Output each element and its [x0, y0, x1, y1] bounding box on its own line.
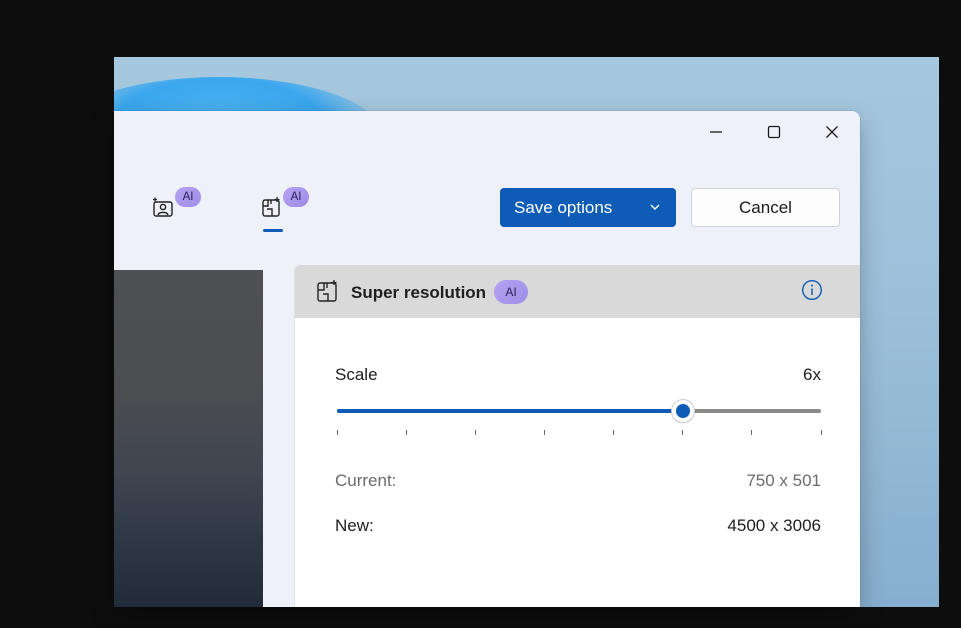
selected-tool-indicator — [263, 229, 283, 232]
info-button[interactable] — [801, 279, 827, 305]
slider-tick — [820, 430, 822, 435]
ai-badge: AI — [283, 187, 309, 207]
super-resolution-icon — [262, 197, 280, 217]
close-icon — [826, 126, 838, 138]
remove-background-icon — [153, 197, 173, 217]
minimize-button[interactable] — [698, 118, 734, 146]
slider-tick — [405, 430, 407, 435]
ai-badge: AI — [494, 280, 528, 304]
maximize-icon — [767, 125, 781, 139]
image-preview — [114, 270, 263, 607]
cancel-button[interactable]: Cancel — [691, 188, 840, 227]
info-icon — [801, 279, 823, 301]
slider-tick — [474, 430, 476, 435]
slider-tick — [336, 430, 338, 435]
new-value: 4500 x 3006 — [727, 516, 821, 535]
save-options-button[interactable]: Save options — [500, 188, 676, 227]
cancel-label: Cancel — [739, 197, 792, 217]
slider-tick — [543, 430, 545, 435]
close-button[interactable] — [814, 118, 850, 146]
chevron-down-icon — [650, 204, 660, 210]
ai-badge: AI — [175, 187, 201, 207]
slider-fill — [337, 409, 683, 413]
minimize-icon — [710, 131, 722, 133]
slider-thumb[interactable] — [671, 400, 694, 422]
super-resolution-icon — [317, 280, 337, 302]
super-resolution-panel: Super resolution AI Scale 6x Current: 75… — [294, 265, 860, 607]
panel-header: Super resolution AI — [295, 265, 860, 318]
slider-tick — [751, 430, 753, 435]
scale-value: 6x — [803, 365, 821, 384]
slider-tick — [613, 430, 615, 435]
current-label: Current: — [335, 471, 397, 490]
save-options-label: Save options — [514, 197, 613, 217]
panel-title: Super resolution — [351, 283, 487, 302]
new-label: New: — [335, 516, 374, 535]
current-value: 750 x 501 — [746, 471, 821, 490]
slider-tick — [682, 430, 684, 435]
maximize-button[interactable] — [756, 118, 792, 146]
scale-label: Scale — [335, 365, 378, 384]
photos-editor-window: AI AI Save options Cancel Super resoluti… — [114, 111, 860, 607]
